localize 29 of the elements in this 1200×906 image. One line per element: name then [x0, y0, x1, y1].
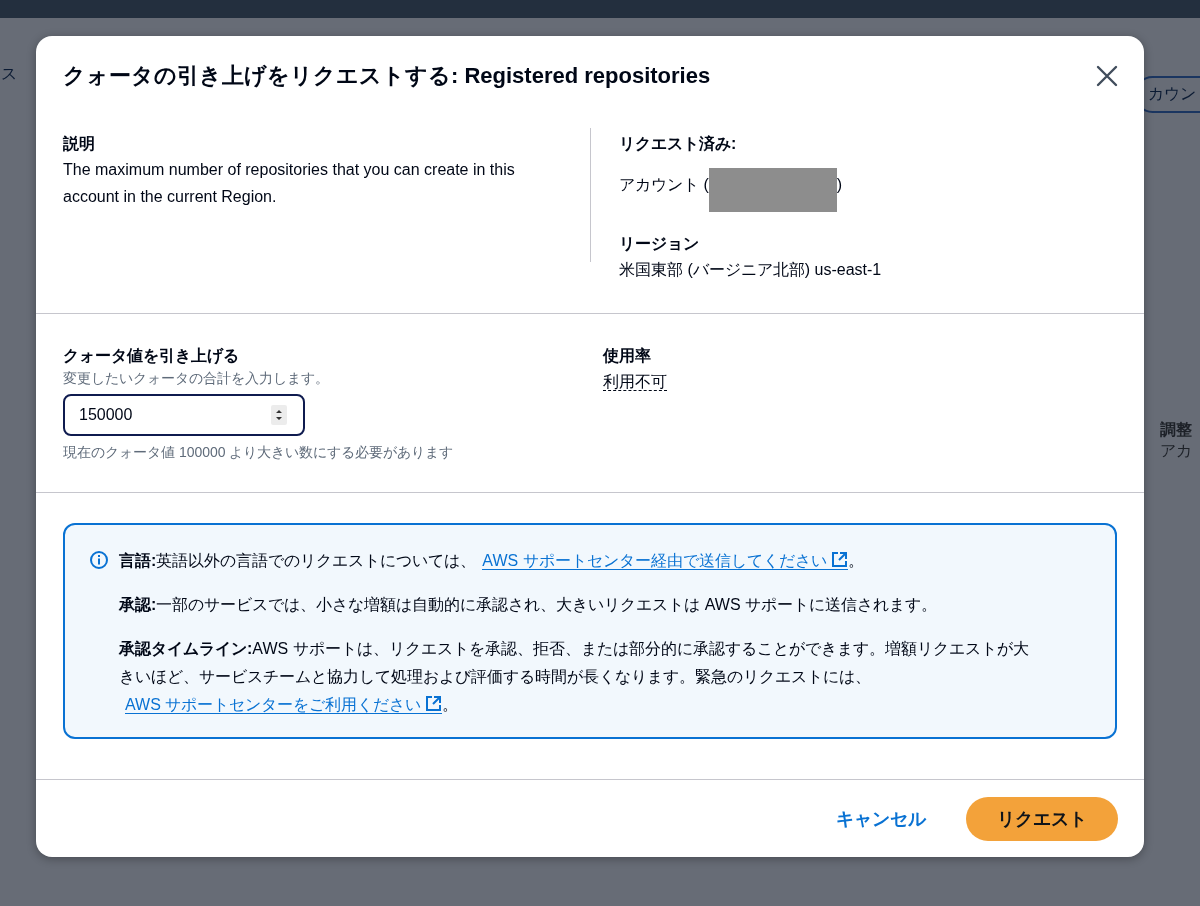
quota-input[interactable]: 150000	[63, 394, 305, 436]
external-link-icon[interactable]	[425, 695, 443, 712]
external-link-icon[interactable]	[830, 551, 848, 568]
support-link[interactable]: AWS サポートセンター経由で送信してください	[482, 552, 848, 570]
cancel-button[interactable]: キャンセル	[836, 799, 926, 839]
panel-text: アカ	[1160, 441, 1192, 461]
account-suffix: )	[836, 174, 843, 195]
quota-hint: 変更したいクォータの合計を入力します。	[63, 369, 330, 388]
description-text: The maximum number of repositories that you can create in this account in the current Region.	[63, 160, 516, 207]
dialog-title: クォータの引き上げをリクエストする: Registered repositories	[63, 62, 711, 90]
region-label: リージョン	[619, 234, 700, 254]
panel-heading: 調整	[1160, 420, 1192, 440]
info-paragraph: 承認:一部のサービスでは、小さな増額は自動的に承認され、大きいリクエストは AWS サポートに送信されます。	[119, 595, 939, 615]
usage-value: 利用不可	[603, 373, 667, 391]
stepper-icon[interactable]	[271, 405, 287, 425]
description-label: 説明	[63, 134, 96, 154]
info-icon	[89, 550, 109, 570]
support-link[interactable]: AWS サポートセンターをご利用ください	[125, 696, 443, 714]
account-prefix: アカウント (	[619, 174, 709, 195]
info-paragraph: 言語:英語以外の言語でのリクエストについては、 AWS サポートセンター経由で送信してください 。	[119, 550, 865, 572]
region-value: 米国東部 (バージニア北部) us-east-1	[619, 260, 883, 280]
breadcrumb-link[interactable]: ス	[1, 63, 17, 85]
requested-label: リクエスト済み:	[619, 134, 738, 154]
usage-label: 使用率	[603, 346, 652, 366]
quota-constraint: 現在のクォータ値 100000 より大きい数にする必要があります	[63, 443, 455, 462]
request-button[interactable]: リクエスト	[966, 797, 1118, 841]
info-paragraph: 承認タイムライン:AWS サポートは、リクエストを承認、拒否、または部分的に承認することができます。増額リクエストが大きいほど、サービスチームと協力して処理および評価する時間が長くなります。緊急のリクエストには、 AWS サポートセンターをご利用ください 。	[119, 639, 1030, 716]
quota-label: クォータ値を引き上げる	[63, 346, 240, 366]
close-icon[interactable]	[1096, 65, 1118, 87]
